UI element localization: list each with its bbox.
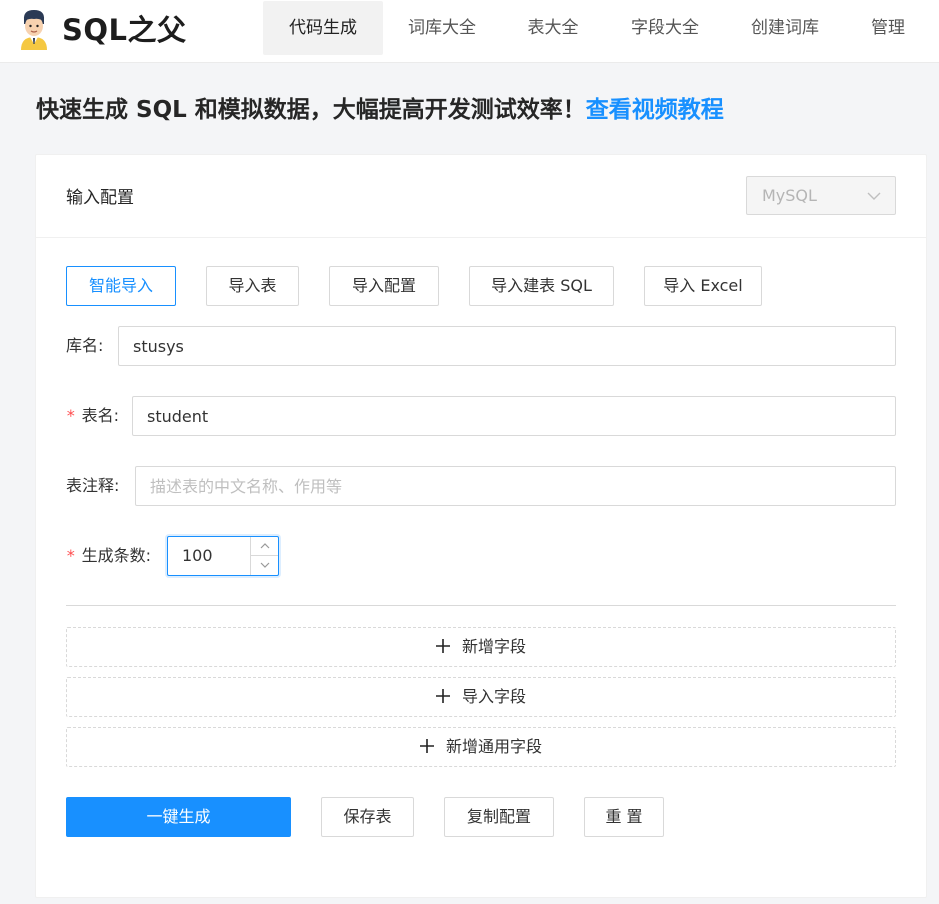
import-config-button[interactable]: 导入配置: [329, 266, 439, 306]
chevron-up-icon: [260, 543, 270, 549]
table-comment-label: 表注释:: [66, 476, 120, 495]
row-count-stepper[interactable]: [167, 536, 279, 576]
nav-item-admin[interactable]: 管理: [853, 1, 923, 55]
page-tagline: 快速生成 SQL 和模拟数据，大幅提高开发测试效率！查看视频教程: [36, 92, 724, 128]
import-table-button[interactable]: 导入表: [206, 266, 299, 306]
save-table-button[interactable]: 保存表: [321, 797, 414, 837]
nav-item-tables[interactable]: 表大全: [503, 1, 603, 55]
nav-item-create-dictionary[interactable]: 创建词库: [730, 1, 840, 55]
table-name-label: * 表名:: [66, 406, 120, 425]
nav-item-code-gen[interactable]: 代码生成: [263, 1, 383, 55]
table-name-input[interactable]: [132, 396, 896, 436]
avatar-logo-icon[interactable]: [18, 8, 50, 50]
database-type-select[interactable]: MySQL: [746, 176, 896, 215]
top-header: SQL之父 代码生成 词库大全 表大全 字段大全 创建词库 管理: [0, 0, 939, 63]
generate-button[interactable]: 一键生成: [66, 797, 291, 837]
required-mark: *: [66, 406, 76, 425]
plus-icon: [435, 689, 450, 703]
chevron-down-icon: [867, 192, 881, 200]
nav-item-dictionary[interactable]: 词库大全: [387, 1, 497, 55]
reset-button[interactable]: 重 置: [584, 797, 664, 837]
copy-config-button[interactable]: 复制配置: [444, 797, 554, 837]
video-tutorial-link[interactable]: 查看视频教程: [586, 97, 724, 123]
card-title: 输入配置: [66, 188, 134, 208]
table-comment-input[interactable]: [135, 466, 896, 506]
brand-title[interactable]: SQL之父: [62, 10, 187, 50]
required-mark: *: [66, 546, 76, 565]
add-field-button[interactable]: 新增字段: [66, 627, 896, 667]
plus-icon: [435, 639, 450, 653]
decrement-button[interactable]: [251, 556, 278, 575]
nav-item-fields[interactable]: 字段大全: [610, 1, 720, 55]
row-count-input[interactable]: [182, 537, 252, 575]
import-create-sql-button[interactable]: 导入建表 SQL: [469, 266, 614, 306]
form-divider: [66, 605, 896, 606]
increment-button[interactable]: [251, 537, 278, 556]
add-common-field-button[interactable]: 新增通用字段: [66, 727, 896, 767]
input-config-card: 输入配置 MySQL 智能导入 导入表 导入配置 导入建表 SQL 导入 Exc…: [35, 154, 927, 898]
stepper-controls: [250, 537, 278, 575]
smart-import-button[interactable]: 智能导入: [66, 266, 176, 306]
chevron-down-icon: [260, 562, 270, 568]
tagline-text: 快速生成 SQL 和模拟数据，大幅提高开发测试效率！: [36, 97, 586, 123]
row-count-label: * 生成条数:: [66, 546, 152, 565]
card-header: 输入配置 MySQL: [36, 155, 926, 238]
db-name-label: 库名:: [66, 336, 104, 355]
database-type-value: MySQL: [762, 186, 817, 205]
plus-icon: [419, 739, 434, 753]
db-name-input[interactable]: [118, 326, 896, 366]
import-excel-button[interactable]: 导入 Excel: [644, 266, 762, 306]
import-field-button[interactable]: 导入字段: [66, 677, 896, 717]
